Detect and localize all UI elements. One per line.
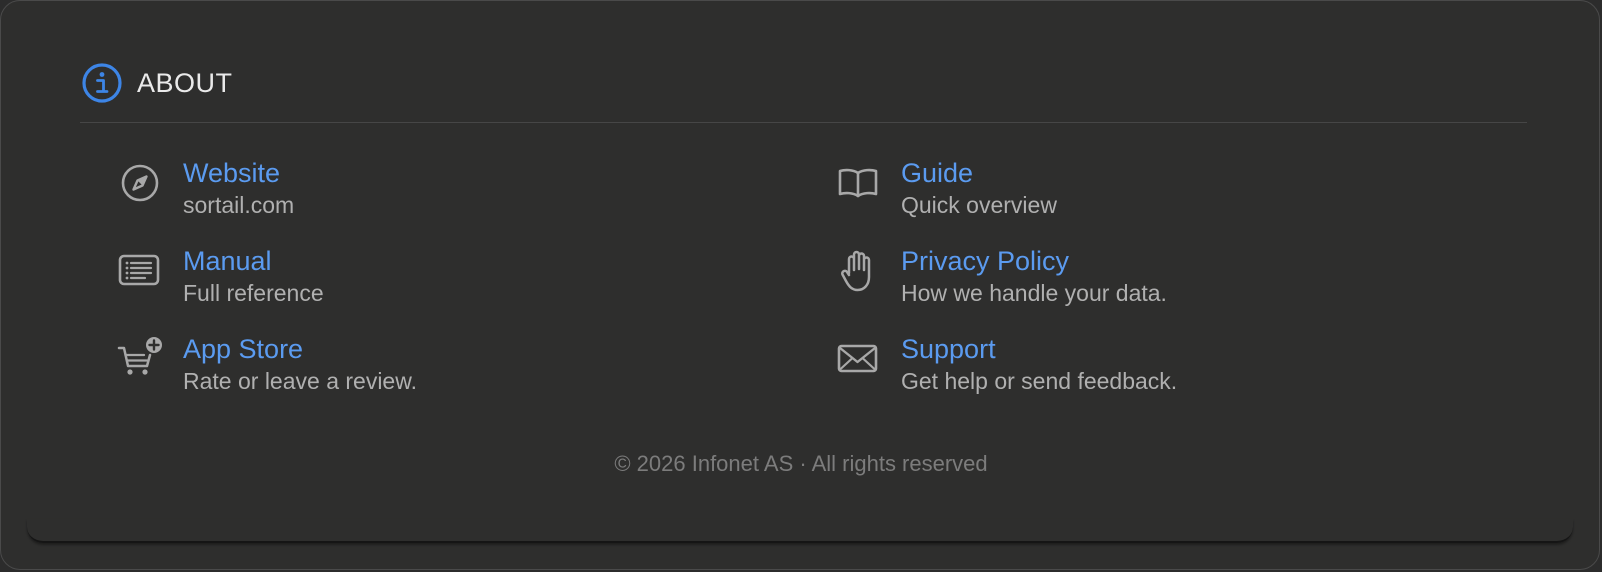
privacy-policy-subtitle: How we handle your data. <box>901 280 1167 306</box>
header-divider <box>80 122 1527 123</box>
website-title: Website <box>183 158 281 188</box>
about-links-grid: Website sortail.com Guide Quick overview <box>117 156 1557 426</box>
manual-link[interactable]: Manual Full reference <box>117 244 324 308</box>
privacy-policy-link[interactable]: Privacy Policy How we handle your data. <box>835 244 1167 308</box>
about-header: ABOUT <box>81 62 233 104</box>
panel-bottom-edge <box>27 519 1573 543</box>
support-subtitle: Get help or send feedback. <box>901 368 1178 394</box>
website-link[interactable]: Website sortail.com <box>117 156 294 220</box>
document-list-icon <box>117 248 163 294</box>
copyright-footer: © 2026 Infonet AS · All rights reserved <box>614 451 988 476</box>
website-subtitle: sortail.com <box>183 192 295 218</box>
support-title: Support <box>901 334 996 364</box>
compass-icon <box>117 160 163 206</box>
privacy-policy-title: Privacy Policy <box>901 246 1070 276</box>
manual-title: Manual <box>183 246 272 276</box>
info-circle-icon <box>81 62 123 104</box>
about-panel: ABOUT Website sortail.com Guide Quick ov… <box>0 0 1600 570</box>
guide-subtitle: Quick overview <box>901 192 1057 218</box>
app-store-link[interactable]: App Store Rate or leave a review. <box>117 332 417 396</box>
manual-subtitle: Full reference <box>183 280 324 306</box>
guide-link[interactable]: Guide Quick overview <box>835 156 1057 220</box>
guide-title: Guide <box>901 158 974 188</box>
page-title: ABOUT <box>137 67 233 98</box>
app-store-subtitle: Rate or leave a review. <box>183 368 417 394</box>
cart-plus-icon <box>117 336 163 382</box>
support-link[interactable]: Support Get help or send feedback. <box>835 332 1177 396</box>
envelope-icon <box>835 336 881 382</box>
book-icon <box>835 160 881 206</box>
hand-icon <box>835 248 881 294</box>
app-store-title: App Store <box>183 334 304 364</box>
